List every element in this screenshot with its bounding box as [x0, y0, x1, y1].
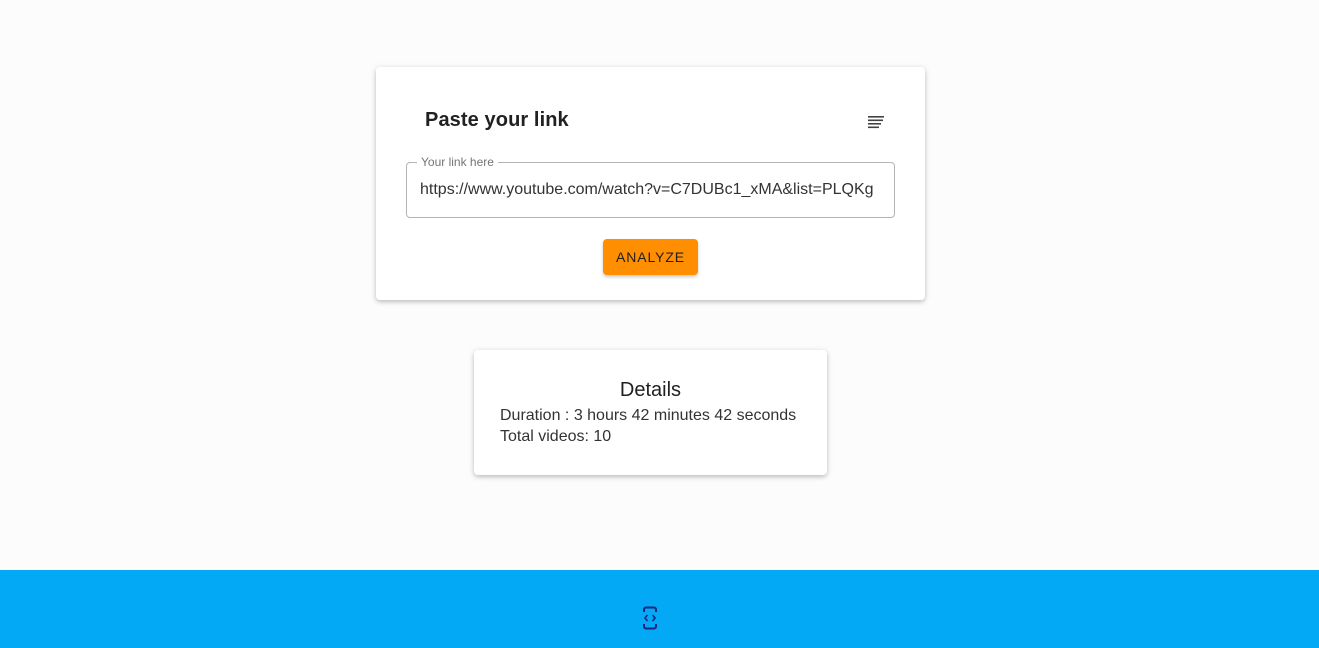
footer — [0, 570, 1319, 648]
total-videos-text: Total videos: 10 — [500, 428, 612, 445]
link-input[interactable] — [420, 173, 886, 207]
link-card: Paste your link Your link here Analyze — [376, 67, 925, 300]
details-card: Details Duration : 3 hours 42 minutes 42… — [474, 350, 827, 475]
analyze-button[interactable]: Analyze — [603, 239, 698, 275]
link-field: Your link here — [406, 155, 895, 218]
details-title: Details — [619, 379, 682, 401]
page: Paste your link Your link here Analyze D… — [0, 0, 1319, 648]
developer-mode-icon[interactable] — [641, 606, 659, 630]
link-field-label: Your link here — [417, 155, 498, 169]
sort-lines-icon[interactable] — [865, 111, 887, 133]
duration-text: Duration : 3 hours 42 minutes 42 seconds — [500, 407, 797, 424]
card-title: Paste your link — [425, 109, 569, 131]
